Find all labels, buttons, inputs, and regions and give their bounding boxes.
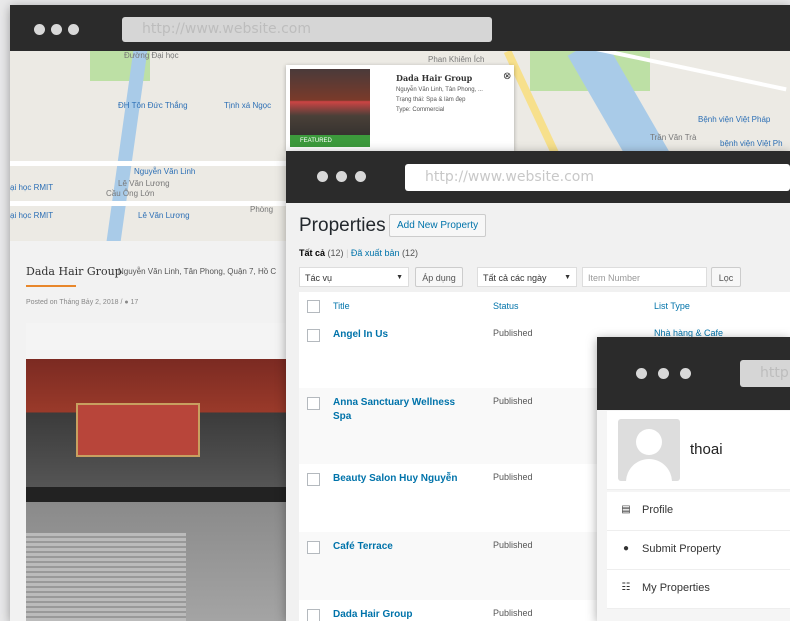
address-bar[interactable]: http://www.website.com [405, 164, 790, 191]
list-icon: ☷ [621, 582, 631, 593]
menu-item-profile[interactable]: ▤ Profile [607, 492, 790, 531]
row-status: Published [493, 472, 533, 482]
row-checkbox[interactable] [307, 609, 320, 621]
plus-circle-icon: ● [622, 543, 630, 554]
window-dot-icon[interactable] [336, 171, 347, 182]
listing-address: Nguyễn Văn Linh, Tân Phong, Quận 7, Hồ C [118, 267, 277, 276]
map-label: Tịnh xá Ngọc [224, 101, 272, 110]
map-label: Trần Văn Trà [650, 133, 697, 142]
column-title[interactable]: Title [333, 301, 350, 311]
filter-button[interactable]: Lọc [711, 267, 741, 287]
browser-toolbar: http://www.website.com [10, 5, 790, 51]
row-title-link[interactable]: Dada Hair Group [333, 608, 473, 621]
bulk-action-select[interactable]: Tác vụ ▼ [299, 267, 409, 287]
map-info-popup[interactable]: FEATURED Dada Hair Group Nguyễn Văn Linh… [286, 65, 514, 151]
row-status: Published [493, 396, 533, 406]
filter-all-link[interactable]: Tất cả [299, 248, 325, 258]
map-label: Phan Khiêm Ích [428, 55, 485, 64]
popup-address: Nguyễn Văn Linh, Tân Phong, ... [396, 87, 483, 93]
listing-title: Dada Hair Group [26, 265, 122, 278]
date-filter-value: Tất cả các ngày [483, 273, 547, 283]
column-list-type[interactable]: List Type [654, 301, 690, 311]
map-label: ại học RMIT [10, 183, 54, 192]
window-dot-icon[interactable] [34, 24, 45, 35]
map-label: bệnh viện Việt Ph [720, 139, 783, 148]
browser-toolbar: http://www.website.com [286, 151, 790, 203]
dropdown-arrow-icon: ▼ [396, 274, 403, 281]
map-label: ại học RMIT [10, 211, 54, 220]
row-checkbox[interactable] [307, 541, 320, 554]
map-label: Phòng [250, 205, 274, 214]
row-checkbox[interactable] [307, 329, 320, 342]
map-label: Cầu Ông Lớn [106, 189, 155, 198]
column-status[interactable]: Status [493, 301, 519, 311]
date-filter-select[interactable]: Tất cả các ngày ▼ [477, 267, 577, 287]
property-photo[interactable] [26, 323, 306, 621]
filter-separator: | [346, 248, 349, 258]
posted-meta: Posted on Tháng Bảy 2, 2018 / ● 17 [26, 299, 139, 306]
storefront-shutter [26, 533, 186, 621]
map-label: Nguyễn Văn Linh [134, 167, 196, 176]
map-label: ĐH Tôn Đức Thắng [118, 101, 188, 110]
table-header: Title Status List Type [299, 292, 790, 321]
title-underline [26, 285, 76, 287]
avatar[interactable] [618, 419, 680, 481]
map-label: Đường Đại học [124, 51, 179, 60]
profile-icon: ▤ [621, 504, 631, 515]
window-dot-icon[interactable] [658, 368, 669, 379]
map-label: Bệnh viện Việt Pháp [698, 115, 771, 124]
row-title-link[interactable]: Angel In Us [333, 328, 473, 342]
window-dot-icon[interactable] [680, 368, 691, 379]
apply-button[interactable]: Áp dụng [415, 267, 463, 287]
address-bar[interactable]: http://www.website.com [122, 17, 492, 42]
select-all-checkbox[interactable] [307, 300, 320, 313]
window-dot-icon[interactable] [51, 24, 62, 35]
add-new-property-button[interactable]: Add New Property [389, 214, 487, 237]
window-dot-icon[interactable] [317, 171, 328, 182]
row-status: Published [493, 608, 533, 618]
window-dot-icon[interactable] [68, 24, 79, 35]
featured-badge: FEATURED [290, 135, 370, 147]
close-icon[interactable]: ⊗ [503, 71, 511, 82]
filter-all-count: (12) [327, 248, 344, 258]
popup-status: Trạng thái: Spa & làm đẹp [396, 97, 466, 103]
menu-item-my-properties[interactable]: ☷ My Properties [607, 570, 790, 609]
row-checkbox[interactable] [307, 473, 320, 486]
popup-type: Type: Commercial [396, 107, 445, 113]
row-title-link[interactable]: Anna Sanctuary Wellness Spa [333, 396, 473, 424]
bulk-action-value: Tác vụ [305, 273, 333, 283]
row-title-link[interactable]: Beauty Salon Huy Nguyễn [333, 472, 473, 486]
row-title-link[interactable]: Café Terrace [333, 540, 473, 554]
dropdown-arrow-icon: ▼ [564, 274, 571, 281]
window-dot-icon[interactable] [355, 171, 366, 182]
menu-item-label: My Properties [642, 582, 710, 594]
dashboard-browser-window: http thoai ▤ Profile ● Submit Property ☷ My P… [597, 337, 790, 621]
item-number-input[interactable]: Item Number [582, 267, 707, 287]
storefront-sign [76, 403, 200, 457]
window-dot-icon[interactable] [636, 368, 647, 379]
browser-toolbar: http [597, 337, 790, 410]
filter-published-link[interactable]: Đã xuất bản [351, 248, 400, 258]
menu-item-label: Profile [642, 504, 674, 516]
page-title: Properties [299, 215, 386, 236]
row-status: Published [493, 328, 533, 338]
row-checkbox[interactable] [307, 397, 320, 410]
filter-published-count: (12) [401, 248, 418, 258]
map-label: Lê Văn Lương [118, 179, 170, 188]
address-bar[interactable]: http [740, 360, 790, 387]
profile-card: thoai [607, 411, 790, 490]
map-label: Lê Văn Lương [138, 211, 190, 220]
popup-title[interactable]: Dada Hair Group [396, 73, 472, 83]
menu-item-submit-property[interactable]: ● Submit Property [607, 531, 790, 570]
row-status: Published [493, 540, 533, 550]
username: thoai [690, 441, 723, 458]
menu-item-label: Submit Property [642, 543, 721, 555]
status-filter-links: Tất cả (12) | Đã xuất bản (12) [299, 248, 418, 258]
